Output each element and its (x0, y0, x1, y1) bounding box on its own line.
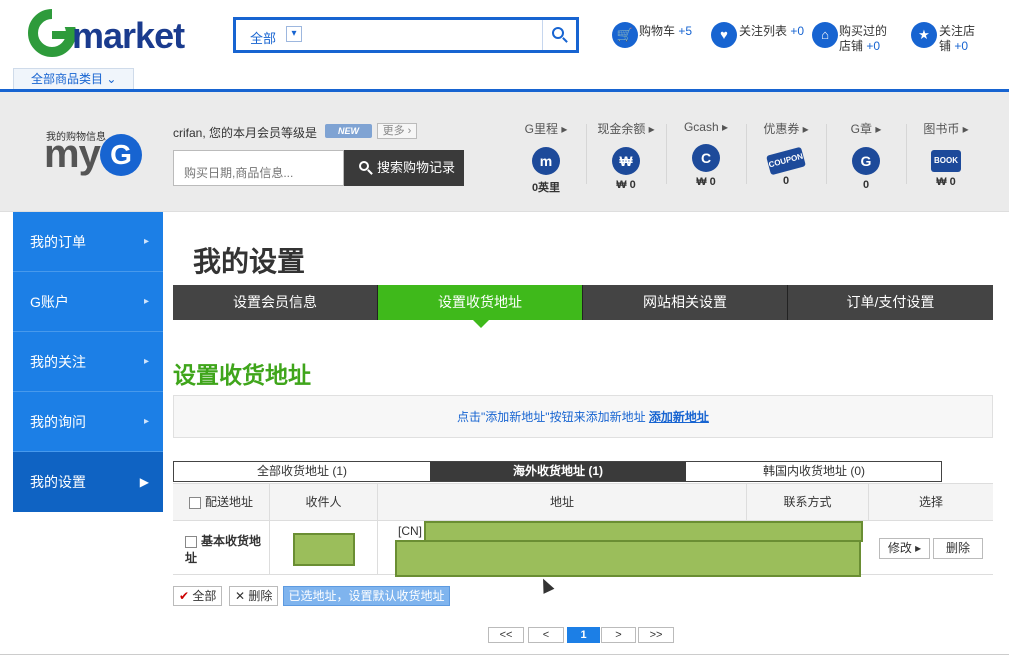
footer-divider (0, 654, 1009, 655)
category-menu[interactable]: 全部商品类目 ⌄ (13, 68, 134, 90)
header-contact: 联系方式 (747, 484, 869, 521)
search-bar: 全部 ▾ (233, 17, 579, 53)
top-header: market 全部 ▾ 🛒 购物车 +5 ♥ 关注列表 +0 ⌂ 购买过的 店铺 … (0, 0, 1009, 92)
sidebar-item-g-account[interactable]: G账户 ▸ (13, 272, 163, 332)
chevron-down-icon[interactable]: ▾ (286, 26, 302, 42)
row-checkbox[interactable] (185, 535, 197, 548)
search-category[interactable]: 全部 (250, 28, 276, 47)
chevron-down-icon: ⌄ (106, 72, 117, 86)
money-bag-icon: ₩ (612, 147, 640, 175)
table-header: 配送地址 收件人 地址 联系方式 选择 (173, 483, 993, 521)
header-shipping-address: 配送地址 (173, 484, 270, 521)
sidebar-item-my-orders[interactable]: 我的订单 ▸ (13, 212, 163, 272)
member-greeting: crifan, 您的本月会员等级是 (173, 126, 318, 140)
recipient-cell (270, 521, 378, 574)
page-prev[interactable]: < (528, 627, 564, 643)
search-input[interactable] (308, 23, 538, 47)
search-button[interactable] (542, 20, 576, 50)
tab-order-payment[interactable]: 订单/支付设置 (788, 285, 993, 320)
header-recipient: 收件人 (270, 484, 378, 521)
page-last[interactable]: >> (638, 627, 674, 643)
page-1[interactable]: 1 (567, 627, 600, 643)
stat-book-coin[interactable]: 图书币 ▸ BOOK ₩ 0 (906, 118, 986, 194)
chevron-right-icon: ▸ (143, 296, 149, 307)
set-default-address-button[interactable]: 已选地址，设置默认收货地址 (283, 586, 450, 606)
redacted-address-line2 (395, 540, 861, 577)
page-title: 我的设置 (193, 246, 306, 277)
member-level-badge: NEW (325, 124, 372, 138)
chevron-right-icon: ▸ (143, 236, 149, 247)
edit-button[interactable]: 修改 ▸ (879, 538, 930, 559)
chevron-right-icon: ▶ (139, 475, 149, 489)
redacted-recipient (293, 533, 355, 566)
gcash-icon: C (692, 144, 720, 172)
address-table: 配送地址 收件人 地址 联系方式 选择 基本收货地址 [CN] 修改 ▸ 删除 (173, 483, 993, 577)
delete-button[interactable]: 删除 (933, 538, 983, 559)
search-orders-button[interactable]: 搜索购物记录 (344, 150, 464, 186)
stat-g-mileage[interactable]: G里程 ▸ m 0英里 (506, 118, 586, 194)
g-logo-icon (28, 9, 76, 57)
stat-gcash[interactable]: Gcash ▸ C ₩ 0 (666, 118, 746, 194)
sidebar-item-my-inquiries[interactable]: 我的询问 ▸ (13, 392, 163, 452)
chevron-right-icon: ▸ (143, 416, 149, 427)
header-address: 地址 (378, 484, 747, 521)
mileage-icon: m (532, 147, 560, 175)
tab-site-settings[interactable]: 网站相关设置 (583, 285, 788, 320)
tab-shipping-address[interactable]: 设置收货地址 (378, 285, 583, 328)
book-icon: BOOK (931, 150, 961, 172)
cart-link[interactable]: 购物车 +5 (639, 24, 692, 39)
subtab-domestic-addresses[interactable]: 韩国内收货地址 (0) (686, 462, 942, 481)
actions-cell: 修改 ▸ 删除 (869, 521, 993, 574)
sidebar-item-my-settings[interactable]: 我的设置 ▶ (13, 452, 163, 512)
search-icon (552, 27, 564, 39)
select-all-checkbox[interactable] (188, 496, 201, 509)
more-button[interactable]: 更多 › (377, 123, 417, 139)
table-row: 基本收货地址 [CN] 修改 ▸ 删除 (173, 521, 993, 577)
gmarket-logo[interactable]: market (28, 9, 210, 57)
check-icon: ✔ (179, 589, 190, 603)
heart-icon[interactable]: ♥ (711, 22, 737, 48)
add-address-link[interactable]: 添加新地址 (649, 410, 709, 424)
order-search-input[interactable] (173, 150, 344, 186)
cart-icon[interactable]: 🛒 (612, 22, 638, 48)
country-code: [CN] (398, 524, 422, 538)
stat-g-stamp[interactable]: G章 ▸ G 0 (826, 118, 906, 194)
settings-tabs: 设置会员信息 设置收货地址 网站相关设置 订单/支付设置 (173, 285, 993, 328)
home-icon[interactable]: ⌂ (812, 22, 838, 48)
purchased-stores-link[interactable]: 购买过的 店铺 +0 (839, 24, 887, 54)
followed-stores-link[interactable]: 关注店铺 +0 (939, 24, 975, 54)
star-icon[interactable]: ★ (911, 22, 937, 48)
sidebar-item-my-follows[interactable]: 我的关注 ▸ (13, 332, 163, 392)
subtab-overseas-addresses[interactable]: 海外收货地址 (1) (430, 462, 686, 481)
coupon-icon: COUPON (766, 146, 806, 176)
section-title: 设置收货地址 (173, 362, 311, 388)
sidebar: 我的订单 ▸ G账户 ▸ 我的关注 ▸ 我的询问 ▸ 我的设置 ▶ (13, 212, 163, 512)
watchlist-link[interactable]: 关注列表 +0 (739, 24, 804, 39)
search-icon (359, 161, 369, 171)
chevron-right-icon: ▸ (143, 356, 149, 367)
address-type-cell: 基本收货地址 (173, 521, 270, 574)
g-stamp-icon: G (852, 147, 880, 175)
header-select: 选择 (918, 495, 943, 509)
stat-coupons[interactable]: 优惠券 ▸ COUPON 0 (746, 118, 826, 194)
subtab-all-addresses[interactable]: 全部收货地址 (1) (174, 462, 430, 481)
tab-member-info[interactable]: 设置会员信息 (173, 285, 378, 320)
mouse-cursor-icon (537, 576, 555, 594)
stat-cash-balance[interactable]: 现金余额 ▸ ₩ ₩ 0 (586, 118, 666, 194)
redacted-address-line1 (424, 521, 863, 542)
close-icon: ✕ (235, 589, 246, 603)
select-all-button[interactable]: ✔ 全部 (173, 586, 223, 606)
address-subtabs: 全部收货地址 (1) 海外收货地址 (1) 韩国内收货地址 (0) (173, 461, 942, 482)
page-next[interactable]: > (601, 627, 636, 643)
delete-selected-button[interactable]: ✕ 删除 (229, 586, 279, 606)
add-address-notice: 点击"添加新地址"按钮来添加新地址 添加新地址 (173, 395, 993, 438)
page-first[interactable]: << (488, 627, 524, 643)
